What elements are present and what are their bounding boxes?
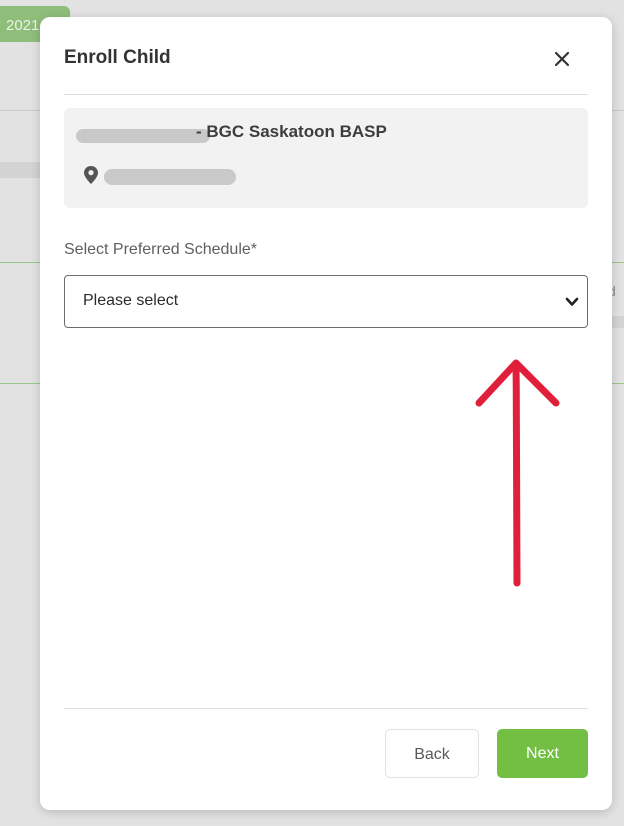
map-pin-icon [84, 166, 98, 184]
background-green-line [0, 262, 40, 263]
redacted-address [104, 169, 236, 185]
background-strip [612, 316, 624, 328]
program-card: - BGC Saskatoon BASP [64, 108, 588, 208]
schedule-select[interactable]: Please select [64, 275, 588, 328]
close-button[interactable] [548, 45, 576, 73]
background-divider [612, 110, 624, 111]
back-button[interactable]: Back [385, 729, 479, 778]
schedule-label: Select Preferred Schedule* [64, 241, 257, 258]
close-icon[interactable] [554, 51, 570, 67]
header-divider [64, 94, 588, 95]
background-strip [0, 162, 40, 178]
next-button[interactable]: Next [497, 729, 588, 778]
enroll-child-modal: Enroll Child - BGC Saskatoon BASP Select… [40, 17, 612, 810]
chevron-down-icon [565, 297, 579, 306]
background-green-line [612, 383, 624, 384]
background-divider [0, 110, 40, 111]
background-green-line [612, 262, 624, 263]
program-name: - BGC Saskatoon BASP [196, 122, 387, 141]
footer-divider [64, 708, 588, 709]
redacted-text [76, 129, 210, 143]
modal-title: Enroll Child [64, 47, 171, 68]
annotation-arrow-icon [475, 359, 560, 587]
background-green-line [0, 383, 40, 384]
schedule-select-value: Please select [83, 292, 179, 309]
